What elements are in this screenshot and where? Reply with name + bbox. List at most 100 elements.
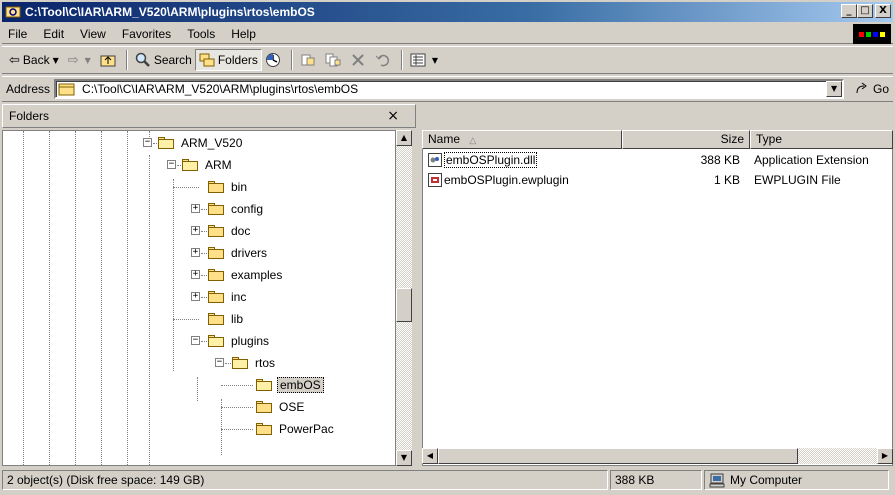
collapse-icon[interactable]: − — [167, 160, 176, 169]
menu-edit[interactable]: Edit — [35, 25, 72, 43]
folder-tree-scrollbar[interactable]: ▲ ▼ — [396, 130, 412, 466]
delete-icon — [350, 52, 366, 68]
move-to-button[interactable] — [297, 49, 322, 71]
tree-guide-line — [173, 179, 174, 371]
scroll-down-button[interactable]: ▼ — [396, 450, 412, 466]
tree-item-powerpac[interactable]: PowerPac — [255, 420, 336, 438]
toolbar-separator — [125, 50, 128, 70]
status-zone: My Computer — [704, 470, 889, 490]
chevron-down-icon[interactable]: ▼ — [53, 56, 59, 65]
close-button[interactable]: X — [875, 4, 891, 18]
chevron-down-icon[interactable]: ▼ — [432, 56, 438, 65]
expand-icon[interactable]: + — [191, 204, 200, 213]
folder-icon — [207, 180, 225, 194]
back-button[interactable]: ⇦ Back ▼ — [6, 49, 65, 71]
scroll-up-button[interactable]: ▲ — [396, 130, 412, 146]
column-header-type[interactable]: Type — [750, 130, 893, 149]
tree-item-arm[interactable]: − ARM — [167, 156, 234, 174]
views-button[interactable]: ▼ — [407, 49, 444, 71]
delete-button[interactable] — [347, 49, 372, 71]
tree-item-lib[interactable]: lib — [207, 310, 245, 328]
scroll-thumb[interactable] — [438, 448, 798, 464]
status-bar: 2 object(s) (Disk free space: 149 GB) 38… — [2, 470, 893, 492]
history-button[interactable] — [262, 49, 287, 71]
tree-item-label: bin — [231, 180, 248, 194]
tree-item-plugins[interactable]: − plugins — [191, 332, 271, 350]
tree-item-embos[interactable]: embOS — [255, 376, 324, 394]
column-header-size[interactable]: Size — [622, 130, 750, 149]
explorer-window: C:\Tool\C\IAR\ARM_V520\ARM\plugins\rtos\… — [0, 0, 895, 495]
tree-item-drivers[interactable]: + drivers — [191, 244, 269, 262]
address-dropdown-button[interactable]: ▼ — [826, 81, 843, 97]
menu-view[interactable]: View — [72, 25, 114, 43]
tree-guide-line — [221, 407, 253, 408]
tree-guide-line — [23, 131, 24, 465]
tree-item-label: config — [231, 202, 264, 216]
tree-item-rtos[interactable]: − rtos — [215, 354, 277, 372]
tree-item-ose[interactable]: OSE — [255, 398, 306, 416]
forward-button[interactable]: ⇨ ▼ — [65, 49, 97, 71]
folder-icon — [207, 268, 225, 282]
file-row[interactable]: embOSPlugin.dll 388 KB Application Exten… — [424, 151, 893, 169]
collapse-icon[interactable]: − — [215, 358, 224, 367]
go-arrow-icon — [854, 81, 870, 97]
folder-window-icon — [5, 4, 21, 20]
column-header-label: Name — [428, 132, 461, 146]
title-bar[interactable]: C:\Tool\C\IAR\ARM_V520\ARM\plugins\rtos\… — [2, 2, 893, 22]
tree-item-label: inc — [231, 290, 247, 304]
menu-help[interactable]: Help — [223, 25, 264, 43]
tree-item-label: drivers — [231, 246, 268, 260]
status-zone-label: My Computer — [730, 473, 803, 487]
close-folders-pane-icon[interactable]: × — [387, 108, 399, 124]
back-label: Back — [22, 53, 50, 67]
file-list-scrollbar[interactable]: ◀ ▶ — [422, 448, 893, 464]
expand-icon[interactable]: + — [191, 292, 200, 301]
minimize-button[interactable]: _ — [841, 4, 857, 18]
collapse-icon[interactable]: − — [143, 138, 152, 147]
history-icon — [265, 52, 281, 68]
move-to-icon — [300, 52, 316, 68]
search-button[interactable]: Search — [132, 49, 195, 71]
folders-pane-title: Folders — [9, 109, 50, 123]
sort-ascending-icon: △ — [469, 135, 477, 145]
folder-icon — [255, 422, 273, 436]
folders-label: Folders — [217, 53, 258, 67]
column-header-name[interactable]: Name △ — [422, 130, 622, 149]
tree-item-arm-v520[interactable]: − ARM_V520 — [143, 134, 244, 152]
tree-guide-line — [75, 131, 76, 465]
folder-open-icon — [255, 378, 273, 392]
tree-item-inc[interactable]: + inc — [191, 288, 248, 306]
folder-tree[interactable]: − ARM_V520 − ARM bin + config + doc + dr… — [2, 130, 396, 466]
tree-item-bin[interactable]: bin — [207, 178, 249, 196]
collapse-icon[interactable]: − — [191, 336, 200, 345]
expand-icon[interactable]: + — [191, 248, 200, 257]
menu-tools[interactable]: Tools — [179, 25, 223, 43]
tree-item-config[interactable]: + config — [191, 200, 265, 218]
scroll-thumb[interactable] — [396, 288, 412, 322]
scroll-right-button[interactable]: ▶ — [877, 448, 893, 464]
toolbar-separator — [290, 50, 293, 70]
maximize-button[interactable]: □ — [857, 4, 873, 18]
folders-icon — [199, 52, 215, 68]
file-row[interactable]: embOSPlugin.ewplugin 1 KB EWPLUGIN File — [424, 171, 893, 189]
menu-favorites[interactable]: Favorites — [114, 25, 179, 43]
expand-icon[interactable]: + — [191, 226, 200, 235]
undo-button[interactable] — [372, 49, 397, 71]
go-button[interactable]: Go — [854, 81, 889, 97]
address-input[interactable]: C:\Tool\C\IAR\ARM_V520\ARM\plugins\rtos\… — [54, 79, 845, 99]
folder-open-icon — [207, 334, 225, 348]
expand-icon[interactable]: + — [191, 270, 200, 279]
tree-guide-line — [49, 131, 50, 465]
copy-to-button[interactable] — [322, 49, 347, 71]
folders-button[interactable]: Folders — [194, 49, 262, 71]
chevron-down-icon[interactable]: ▼ — [85, 56, 91, 65]
file-type: Application Extension — [754, 153, 869, 167]
tree-item-label: OSE — [279, 400, 305, 414]
tree-item-doc[interactable]: + doc — [191, 222, 252, 240]
tree-item-examples[interactable]: + examples — [191, 266, 284, 284]
tree-guide-line — [221, 385, 253, 386]
toolbar: ⇦ Back ▼ ⇨ ▼ Search Folders ▼ — [2, 46, 893, 74]
up-folder-button[interactable] — [97, 49, 122, 71]
menu-file[interactable]: File — [2, 25, 35, 43]
scroll-left-button[interactable]: ◀ — [422, 448, 438, 464]
